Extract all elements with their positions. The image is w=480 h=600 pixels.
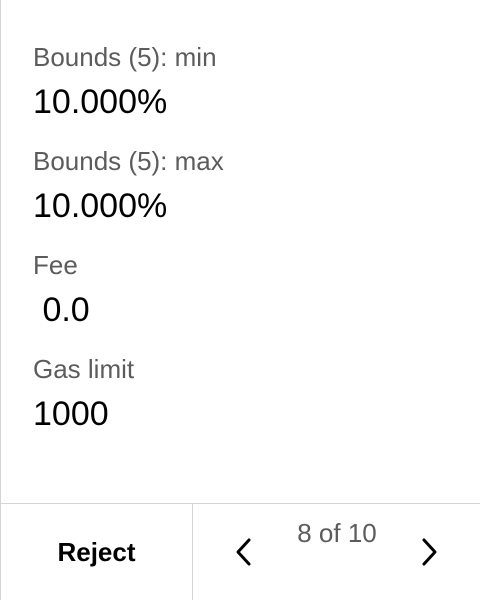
- chevron-right-icon[interactable]: [414, 537, 444, 567]
- field-value: 1000: [33, 395, 109, 433]
- field-bounds-min: Bounds (5): min 10.000%: [33, 40, 480, 144]
- field-value: 10.000%: [33, 187, 168, 225]
- field-value: 10.000%: [33, 83, 168, 121]
- field-label: Gas limit: [33, 354, 135, 384]
- field-list: Bounds (5): min 10.000% Bounds (5): max …: [33, 40, 480, 456]
- footer-bar: Reject 8 of 10: [1, 503, 480, 600]
- review-screen: Bounds (5): min 10.000% Bounds (5): max …: [0, 0, 480, 600]
- field-gas-limit: Gas limit 1000: [33, 352, 480, 456]
- field-fee: Fee 0.0: [33, 248, 480, 352]
- pager: 8 of 10: [193, 504, 480, 600]
- page-indicator: 8 of 10: [297, 518, 377, 548]
- field-label: Fee: [33, 250, 78, 280]
- field-bounds-max: Bounds (5): max 10.000%: [33, 144, 480, 248]
- chevron-left-icon[interactable]: [229, 537, 259, 567]
- field-label: Bounds (5): min: [33, 42, 217, 72]
- field-label: Bounds (5): max: [33, 146, 224, 176]
- chevron-left-icon: [236, 538, 251, 566]
- field-value: 0.0: [33, 291, 90, 329]
- chevron-right-icon: [422, 538, 437, 566]
- reject-button[interactable]: Reject: [1, 504, 193, 600]
